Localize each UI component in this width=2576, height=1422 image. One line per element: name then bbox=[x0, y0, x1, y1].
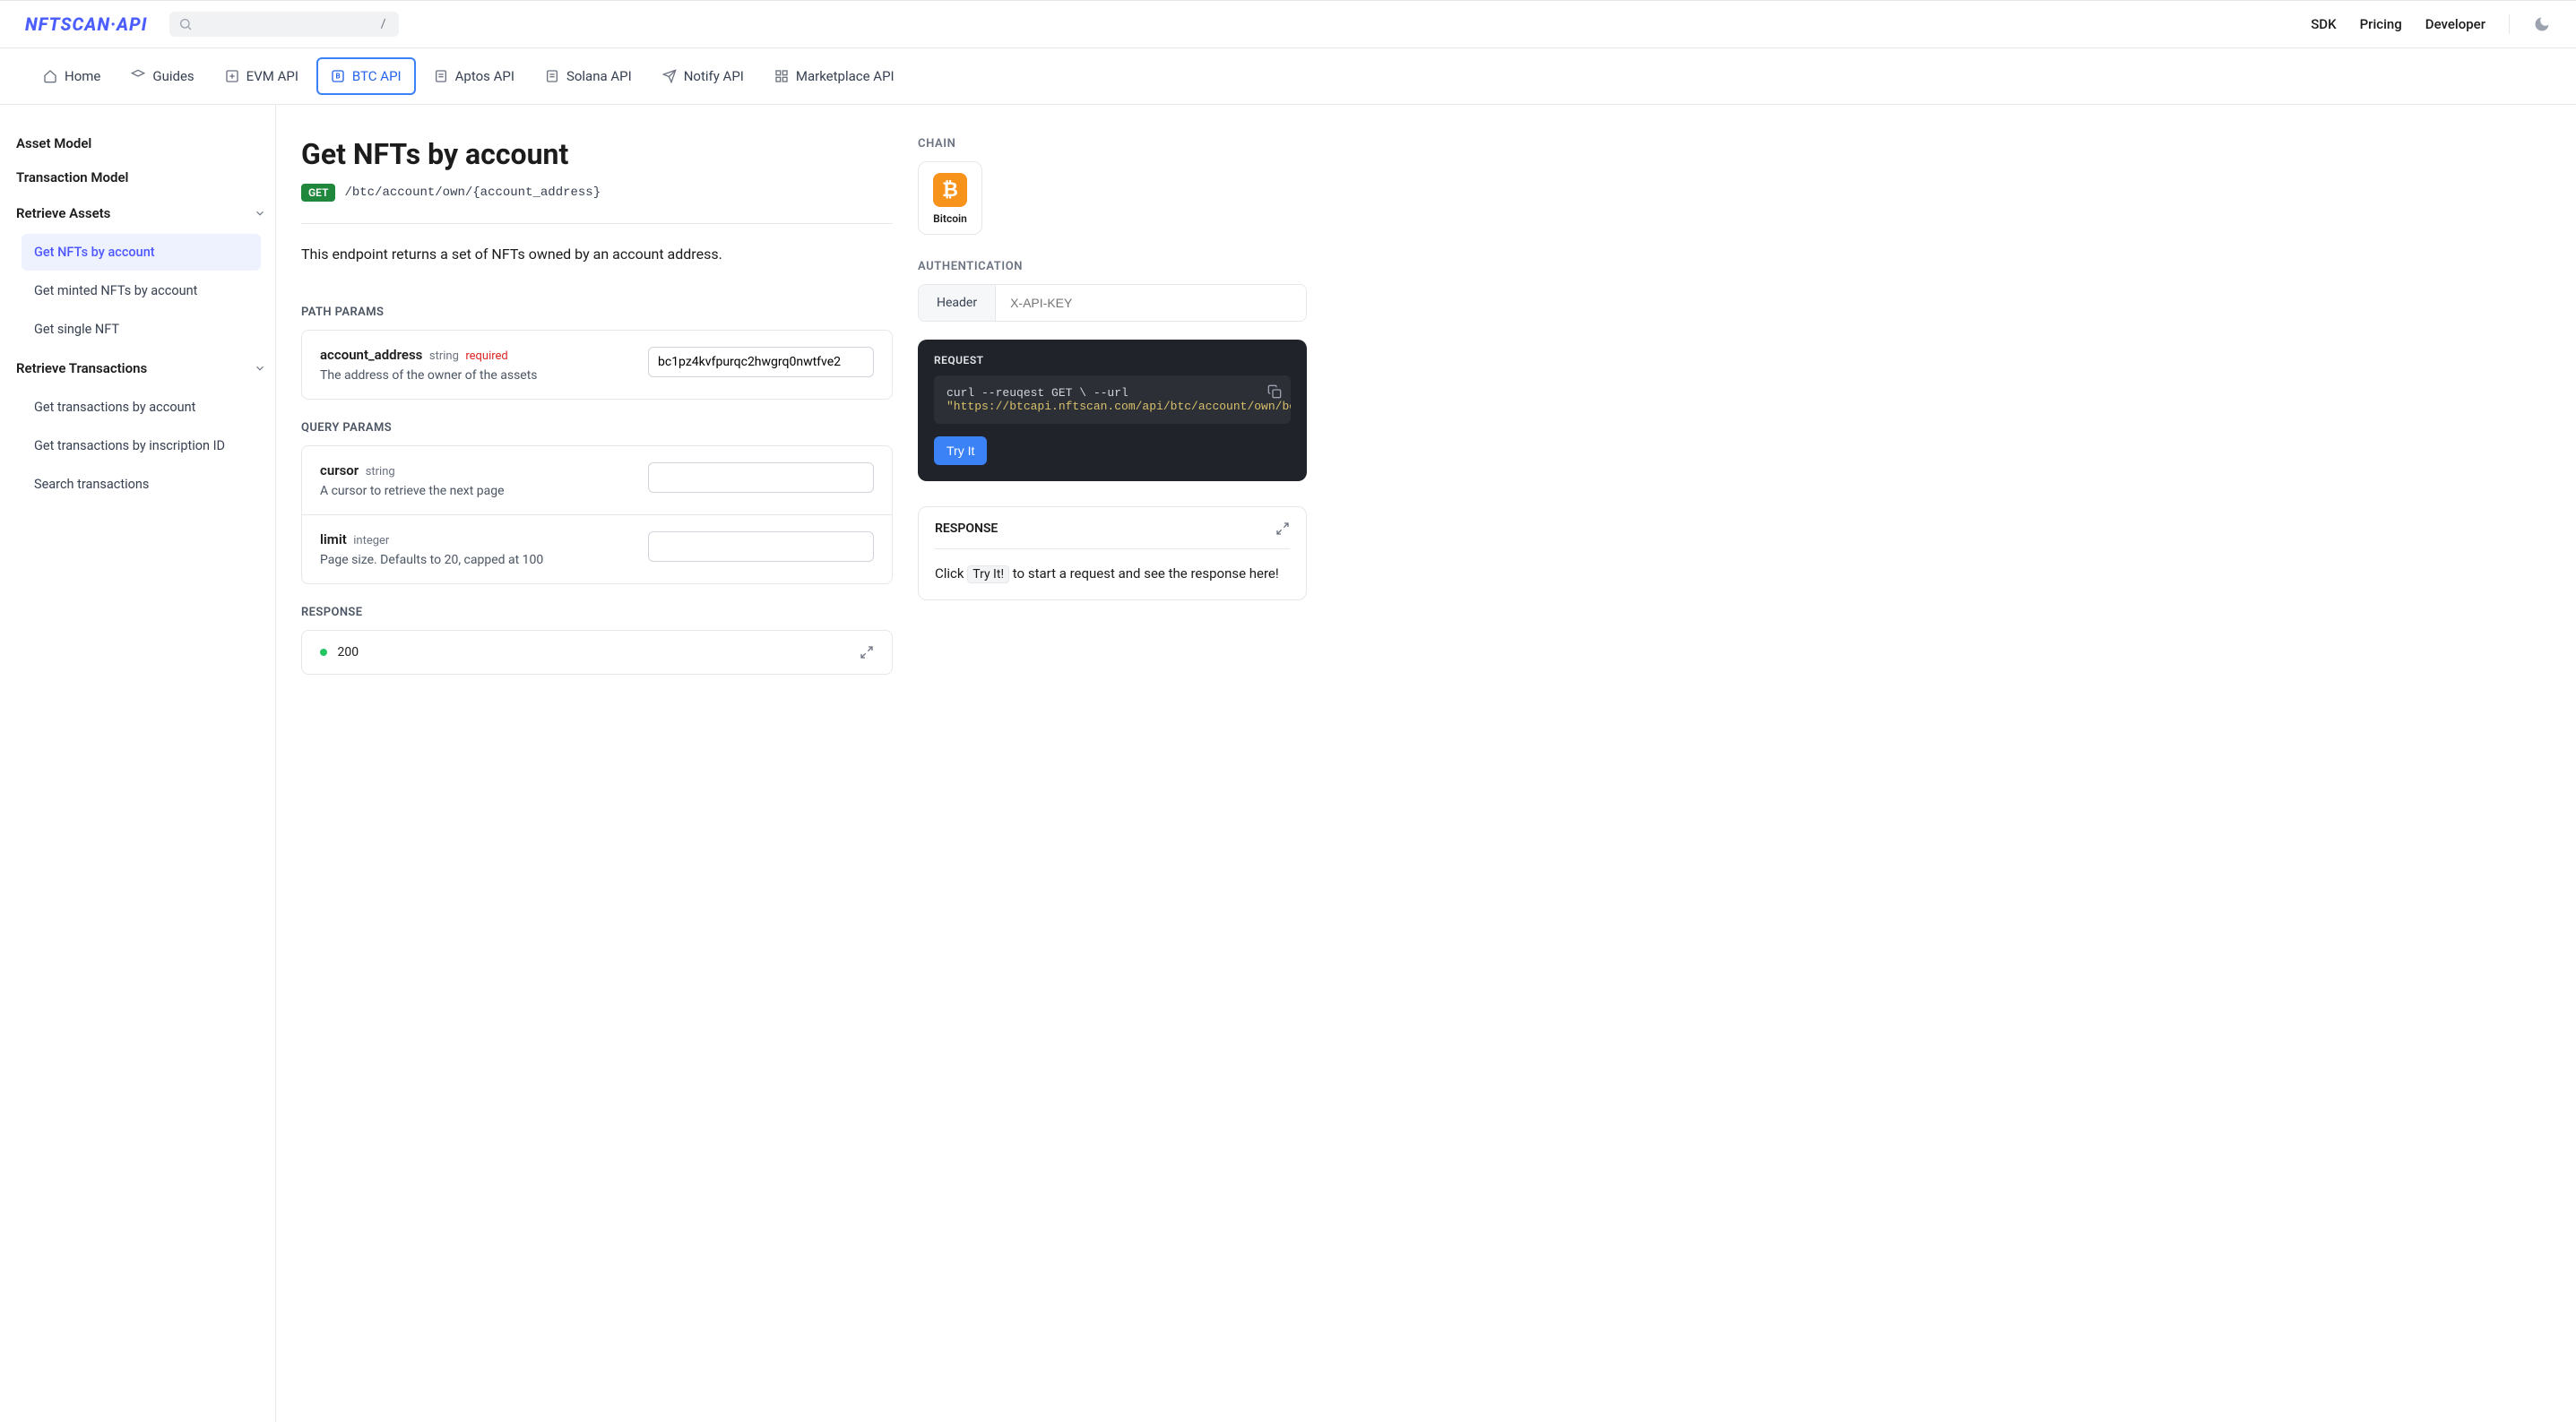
copy-icon[interactable] bbox=[1267, 384, 1282, 399]
dark-mode-toggle[interactable] bbox=[2533, 15, 2551, 33]
auth-header-label: Header bbox=[919, 285, 996, 321]
tab-label: BTC API bbox=[352, 68, 402, 84]
expand-icon[interactable] bbox=[1275, 521, 1290, 536]
curl-url: "https://btcapi.nftscan.com/api/btc/acco… bbox=[947, 400, 1278, 413]
param-type: string bbox=[366, 465, 395, 478]
query-params-label: QUERY PARAMS bbox=[301, 421, 893, 435]
param-name: account_address bbox=[320, 347, 422, 363]
request-card: REQUEST curl --reuqest GET \ --url "http… bbox=[918, 340, 1307, 481]
sidebar-section-transaction-model[interactable]: Transaction Model bbox=[16, 160, 266, 194]
curl-line: curl --reuqest GET \ --url bbox=[947, 386, 1278, 400]
limit-input[interactable] bbox=[648, 531, 874, 562]
expand-icon[interactable] bbox=[860, 645, 874, 659]
param-limit: limit integer Page size. Defaults to 20,… bbox=[302, 514, 892, 583]
chevron-down-icon bbox=[254, 207, 266, 220]
search-shortcut: / bbox=[377, 17, 390, 31]
response-card-title: RESPONSE bbox=[935, 521, 998, 536]
request-label: REQUEST bbox=[934, 354, 1291, 366]
api-key-input[interactable] bbox=[996, 285, 1306, 321]
sidebar-section-asset-model[interactable]: Asset Model bbox=[16, 126, 266, 160]
tag-icon bbox=[131, 69, 145, 83]
param-account-address: account_address string required The addr… bbox=[301, 330, 893, 400]
chain-bitcoin[interactable]: ₿ Bitcoin bbox=[918, 161, 982, 235]
tab-label: Home bbox=[65, 68, 100, 84]
tab-label: EVM API bbox=[246, 68, 298, 84]
sidebar-item-get-transactions-by-account[interactable]: Get transactions by account bbox=[22, 389, 261, 426]
tab-aptos-api[interactable]: Aptos API bbox=[421, 59, 527, 93]
try-it-chip: Try It! bbox=[967, 565, 1009, 583]
response-section-label: RESPONSE bbox=[301, 606, 893, 619]
param-required: required bbox=[465, 349, 507, 363]
path-params-label: PATH PARAMS bbox=[301, 306, 893, 319]
try-it-button[interactable]: Try It bbox=[934, 436, 987, 465]
home-icon bbox=[43, 69, 57, 83]
curl-code-block: curl --reuqest GET \ --url "https://btca… bbox=[934, 375, 1291, 424]
tab-evm-api[interactable]: EVM API bbox=[212, 59, 311, 93]
group-title: Retrieve Transactions bbox=[16, 360, 147, 376]
group-title: Retrieve Assets bbox=[16, 205, 110, 221]
param-type: integer bbox=[353, 534, 389, 547]
chain-label: CHAIN bbox=[918, 137, 1307, 151]
status-dot-icon bbox=[320, 649, 327, 656]
sidebar-item-search-transactions[interactable]: Search transactions bbox=[22, 466, 261, 503]
divider bbox=[301, 223, 893, 224]
status-code: 200 bbox=[337, 645, 359, 659]
param-desc: A cursor to retrieve the next page bbox=[320, 484, 634, 498]
nav-developer[interactable]: Developer bbox=[2425, 16, 2485, 32]
bitcoin-chain-icon: ₿ bbox=[933, 173, 967, 207]
tab-label: Solana API bbox=[566, 68, 632, 84]
response-status-row[interactable]: 200 bbox=[301, 630, 893, 675]
nav-sdk[interactable]: SDK bbox=[2311, 16, 2336, 32]
response-hint: Click Try It! to start a request and see… bbox=[935, 565, 1290, 582]
tab-marketplace-api[interactable]: Marketplace API bbox=[762, 59, 907, 93]
search-input[interactable] bbox=[200, 17, 377, 31]
endpoint-description: This endpoint returns a set of NFTs owne… bbox=[301, 246, 893, 263]
tab-label: Aptos API bbox=[455, 68, 514, 84]
sidebar-group-retrieve-transactions[interactable]: Retrieve Transactions bbox=[16, 349, 266, 387]
account-address-input[interactable] bbox=[648, 347, 874, 377]
param-desc: The address of the owner of the assets bbox=[320, 368, 634, 383]
tab-btc-api[interactable]: B BTC API bbox=[316, 57, 416, 95]
tab-label: Guides bbox=[152, 68, 194, 84]
square-plus-icon bbox=[225, 69, 239, 83]
auth-row: Header bbox=[918, 284, 1307, 322]
param-name: cursor bbox=[320, 462, 359, 478]
endpoint-path: /btc/account/own/{account_address} bbox=[344, 185, 601, 200]
param-desc: Page size. Defaults to 20, capped at 100 bbox=[320, 553, 634, 567]
auth-label: AUTHENTICATION bbox=[918, 260, 1307, 273]
search-box[interactable]: / bbox=[169, 12, 399, 37]
page-title: Get NFTs by account bbox=[301, 137, 893, 171]
tab-home[interactable]: Home bbox=[30, 59, 113, 93]
tab-notify-api[interactable]: Notify API bbox=[650, 59, 756, 93]
sidebar-item-get-single-nft[interactable]: Get single NFT bbox=[22, 311, 261, 348]
logo[interactable]: NFTSCAN·API bbox=[25, 13, 148, 35]
param-type: string bbox=[429, 349, 459, 363]
cursor-input[interactable] bbox=[648, 462, 874, 493]
doc-icon bbox=[545, 69, 559, 83]
divider bbox=[2509, 14, 2510, 34]
send-icon bbox=[662, 69, 677, 83]
doc-icon bbox=[434, 69, 448, 83]
sidebar-group-retrieve-assets[interactable]: Retrieve Assets bbox=[16, 194, 266, 232]
bitcoin-icon: B bbox=[331, 69, 345, 83]
chevron-down-icon bbox=[254, 362, 266, 375]
search-icon bbox=[178, 17, 193, 31]
grid-icon bbox=[774, 69, 789, 83]
param-name: limit bbox=[320, 531, 347, 547]
response-card: RESPONSE Click Try It! to start a reques… bbox=[918, 506, 1307, 600]
tab-solana-api[interactable]: Solana API bbox=[532, 59, 644, 93]
sidebar-item-get-nfts-by-account[interactable]: Get NFTs by account bbox=[22, 234, 261, 271]
tab-label: Notify API bbox=[684, 68, 744, 84]
sidebar-item-get-minted-nfts[interactable]: Get minted NFTs by account bbox=[22, 272, 261, 309]
svg-text:B: B bbox=[335, 73, 340, 81]
param-cursor: cursor string A cursor to retrieve the n… bbox=[302, 446, 892, 514]
tab-guides[interactable]: Guides bbox=[118, 59, 206, 93]
http-method-badge: GET bbox=[301, 184, 335, 202]
chain-name: Bitcoin bbox=[933, 212, 967, 225]
sidebar-item-get-transactions-by-inscription[interactable]: Get transactions by inscription ID bbox=[22, 427, 261, 464]
nav-pricing[interactable]: Pricing bbox=[2360, 16, 2402, 32]
tab-label: Marketplace API bbox=[796, 68, 895, 84]
